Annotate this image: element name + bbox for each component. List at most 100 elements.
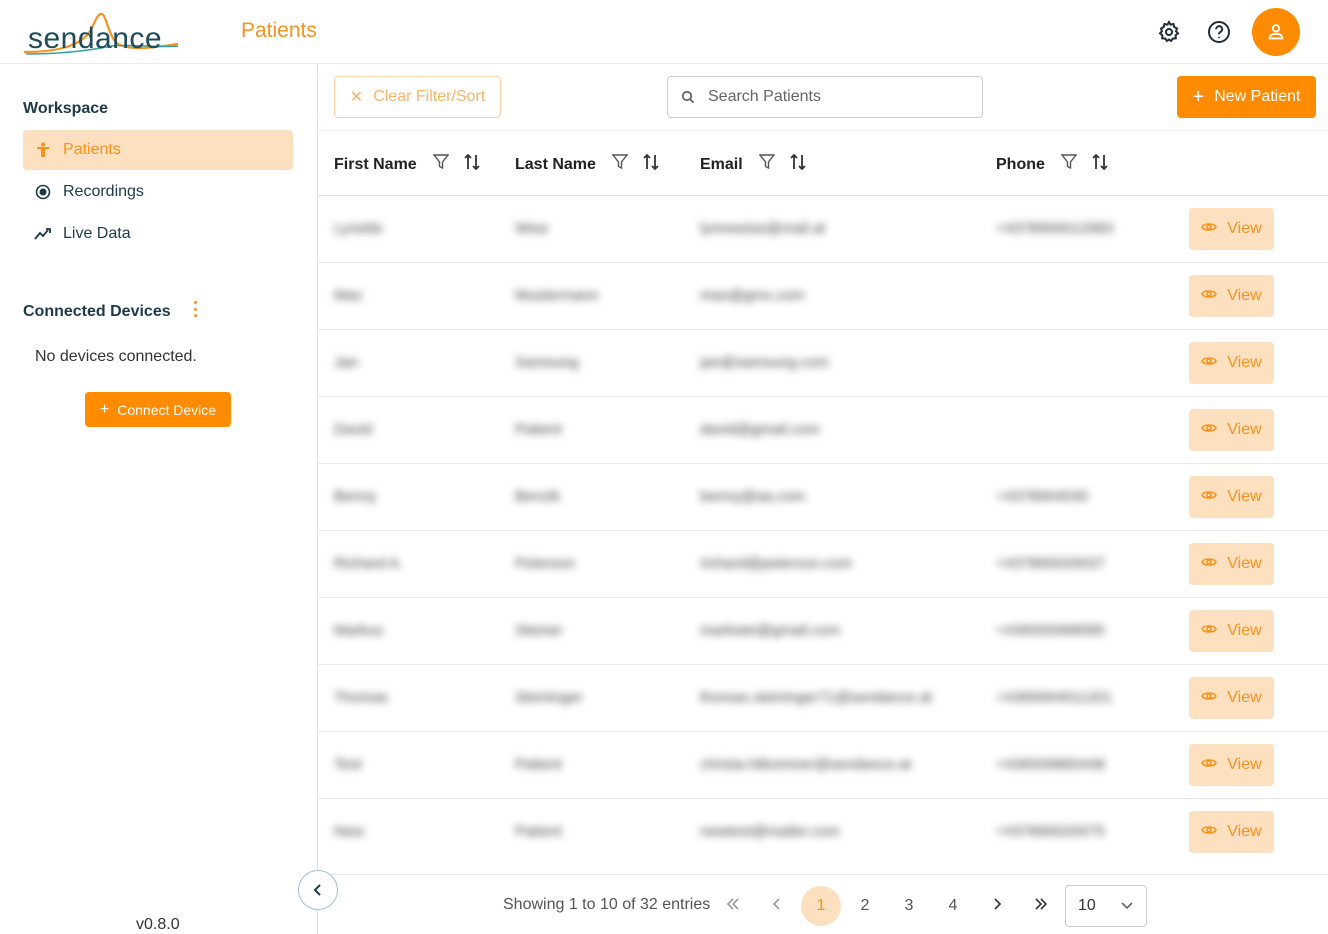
sidebar-item-patients[interactable]: Patients [23,130,293,170]
cell-email: jan@samsung.com [700,354,829,371]
cell-first-name: Lynette [334,220,383,237]
sort-icon[interactable] [642,153,660,176]
search-box[interactable] [667,76,983,118]
page-button-3[interactable]: 3 [889,886,929,926]
clear-filter-sort-button[interactable]: ✕ Clear Filter/Sort [334,76,501,118]
cell-last-name: Peterson [515,555,576,572]
view-button[interactable]: View [1189,677,1274,719]
help-icon[interactable] [1207,20,1231,44]
chevron-down-icon [1120,899,1134,918]
page-button-4[interactable]: 4 [933,886,973,926]
eye-icon [1201,287,1218,305]
rows-per-page-value: 10 [1078,897,1096,914]
table-row[interactable]: Jan Samsung jan@samsung.com View [318,330,1328,397]
cell-last-name: Patient [515,421,562,438]
view-button[interactable]: View [1189,476,1274,518]
cell-email: richard@peterson.com [700,555,852,572]
view-button[interactable]: View [1189,543,1274,585]
sort-icon[interactable] [789,153,807,176]
sidebar-item-recordings[interactable]: Recordings [23,172,293,212]
gear-icon[interactable] [1157,19,1181,44]
person-icon [23,142,63,158]
table-row[interactable]: Richard A. Peterson richard@peterson.com… [318,531,1328,598]
search-input[interactable] [708,88,958,106]
column-header-phone: Phone [996,153,1109,176]
filter-icon[interactable] [432,154,450,175]
logo-text: sendance [28,22,163,55]
sort-icon[interactable] [463,153,481,176]
devices-menu-icon[interactable] [188,301,202,317]
sort-icon[interactable] [1091,153,1109,176]
view-button[interactable]: View [1189,610,1274,652]
main-content: ✕ Clear Filter/Sort + New Patient First … [318,64,1328,934]
rows-per-page-select[interactable]: 10 [1065,885,1147,927]
column-header-email: Email [700,153,807,176]
filter-icon[interactable] [758,154,776,175]
cell-phone: +436509860448 [996,756,1105,773]
filter-icon[interactable] [1060,154,1078,175]
double-chevron-right-icon [1034,897,1048,915]
next-page-button[interactable] [977,886,1017,926]
view-button[interactable]: View [1189,342,1274,384]
eye-icon [1201,622,1218,640]
table-row[interactable]: Test Patient christa.hiltommer@sendance.… [318,732,1328,799]
column-header-first-name: First Name [334,153,481,176]
new-patient-button[interactable]: + New Patient [1177,76,1316,118]
double-chevron-left-icon [726,897,740,915]
eye-icon [1201,689,1218,707]
column-label: First Name [334,155,417,173]
page-button-2[interactable]: 2 [845,886,885,926]
cell-first-name: Markus [334,622,384,639]
table-row[interactable]: David Patient david@gmail.com View [318,397,1328,464]
page-button-1[interactable]: 1 [801,886,841,926]
cell-phone: +4378904530 [996,488,1089,505]
user-avatar-button[interactable] [1252,8,1300,56]
eye-icon [1201,555,1218,573]
view-label: View [1227,354,1262,371]
version-label: v0.8.0 [136,916,180,933]
view-button[interactable]: View [1189,409,1274,451]
view-label: View [1227,823,1262,840]
cell-email: lynnewise@mail.at [700,220,826,237]
record-icon [23,184,63,200]
table-row[interactable]: New Patient newtest@mailer.com +43789002… [318,799,1328,866]
view-button[interactable]: View [1189,208,1274,250]
chevron-left-icon [772,897,782,915]
chevron-right-icon [992,897,1002,915]
workspace-title: Workspace [23,100,109,117]
cell-email: christa.hiltommer@sendance.at [700,756,912,773]
table-row[interactable]: Benny Benzik benny@aa.com +4378904530 Vi… [318,464,1328,531]
view-label: View [1227,555,1262,572]
table-row[interactable]: Lynette Wise lynnewise@mail.at +43789000… [318,196,1328,263]
sidebar-item-label: Patients [63,141,121,158]
cell-phone: +437890020037 [996,555,1105,572]
table-row[interactable]: Markus Steiner markstei@gmail.com +43650… [318,598,1328,665]
connected-devices-title: Connected Devices [23,303,171,320]
cell-last-name: Benzik [515,488,561,505]
cell-email: markstei@gmail.com [700,622,841,639]
prev-page-button[interactable] [757,886,797,926]
view-label: View [1227,689,1262,706]
top-bar: sendance Patients [0,0,1328,64]
close-icon: ✕ [349,89,364,106]
view-button[interactable]: View [1189,275,1274,317]
cell-phone: +4378900012983 [996,220,1114,237]
view-button[interactable]: View [1189,744,1274,786]
eye-icon [1201,488,1218,506]
column-label: Email [700,155,743,173]
table-row[interactable]: Max Mustermann max@gmx.com View [318,263,1328,330]
plus-icon: + [99,400,110,418]
sidebar-item-live-data[interactable]: Live Data [23,214,293,254]
sendance-logo[interactable]: sendance [22,8,182,58]
connect-device-button[interactable]: + Connect Device [85,392,231,427]
collapse-sidebar-button[interactable] [298,870,338,910]
sidebar: Workspace Patients Recordings Live Data [0,64,318,934]
table-row[interactable]: Thomas Steininger thomas.steininger71@se… [318,665,1328,732]
filter-icon[interactable] [611,154,629,175]
view-label: View [1227,488,1262,505]
last-page-button[interactable] [1021,886,1061,926]
plus-icon: + [1192,85,1205,108]
pagination: Showing 1 to 10 of 32 entries 1 2 3 4 10 [318,874,1328,934]
first-page-button[interactable] [713,886,753,926]
view-button[interactable]: View [1189,811,1274,853]
